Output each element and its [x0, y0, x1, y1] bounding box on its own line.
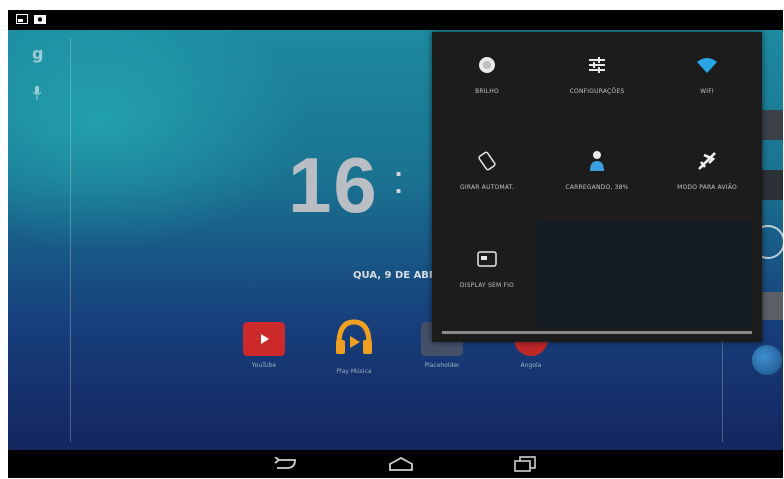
- auto-rotate-icon: [432, 150, 542, 172]
- recents-icon: [514, 456, 536, 472]
- recents-button[interactable]: [510, 454, 540, 474]
- tile-label: WIFI: [700, 88, 714, 95]
- quick-settings-empty-area: [537, 222, 752, 327]
- clock-hours[interactable]: 16: [288, 140, 379, 231]
- tile-settings[interactable]: CONFIGURAÇÕES: [542, 54, 652, 95]
- screenshot-icon: [16, 14, 28, 24]
- brightness-icon: [432, 54, 542, 76]
- back-button[interactable]: [270, 454, 300, 474]
- app-youtube[interactable]: YouTube: [234, 322, 294, 369]
- tile-label: GIRAR AUTOMAT.: [460, 184, 514, 191]
- tile-wireless-display[interactable]: DISPLAY SEM FIO: [432, 248, 542, 289]
- play-music-icon: [336, 319, 372, 354]
- tile-auto-rotate[interactable]: GIRAR AUTOMAT.: [432, 150, 542, 191]
- left-divider: [70, 38, 71, 442]
- tile-label: CARREGANDO, 38%: [565, 184, 629, 191]
- gallery-icon: [34, 15, 46, 24]
- quick-settings-panel: BRILHO CONFIGURAÇÕES WIFI GIRAR AUTOMAT.…: [432, 32, 762, 342]
- app-label: YouTube: [251, 362, 277, 369]
- app-play-music[interactable]: Play Música: [324, 318, 384, 375]
- google-g-icon[interactable]: g: [32, 44, 43, 63]
- quick-settings-handle[interactable]: [442, 331, 752, 334]
- tile-label: BRILHO: [475, 88, 499, 95]
- microphone-icon[interactable]: [32, 86, 42, 100]
- app-label: Angola: [520, 362, 542, 369]
- screenshot-frame: g 16 : QUA, 9 DE ABR YouTube Play Música…: [0, 0, 784, 479]
- tile-wifi[interactable]: WIFI: [652, 54, 762, 95]
- right-widget-thumb[interactable]: [760, 110, 783, 140]
- clock-colon: :: [393, 158, 405, 202]
- settings-sliders-icon: [542, 54, 652, 76]
- tile-brightness[interactable]: BRILHO: [432, 54, 542, 95]
- tile-label: CONFIGURAÇÕES: [569, 88, 625, 95]
- app-label: Placeholder: [424, 362, 460, 369]
- navigation-bar: [8, 450, 783, 478]
- tablet-screen: g 16 : QUA, 9 DE ABR YouTube Play Música…: [8, 10, 783, 478]
- back-icon: [274, 457, 296, 469]
- tile-airplane-mode[interactable]: MODO PARA AVIÃO: [652, 150, 762, 191]
- tile-label: MODO PARA AVIÃO: [677, 184, 737, 191]
- airplane-icon: [652, 150, 762, 172]
- tile-battery[interactable]: CARREGANDO, 38%: [542, 150, 652, 191]
- date-label: QUA, 9 DE ABR: [353, 270, 437, 281]
- cast-icon: [432, 248, 542, 270]
- user-icon: [542, 150, 652, 172]
- wifi-icon: [652, 54, 762, 76]
- right-widget-thumb[interactable]: [760, 170, 783, 200]
- browser-icon[interactable]: [752, 345, 782, 375]
- app-label: Play Música: [336, 368, 372, 375]
- tile-label: DISPLAY SEM FIO: [459, 282, 515, 289]
- youtube-icon: [243, 322, 285, 356]
- home-button[interactable]: [386, 454, 416, 474]
- status-bar[interactable]: [8, 10, 783, 30]
- home-icon: [389, 457, 413, 471]
